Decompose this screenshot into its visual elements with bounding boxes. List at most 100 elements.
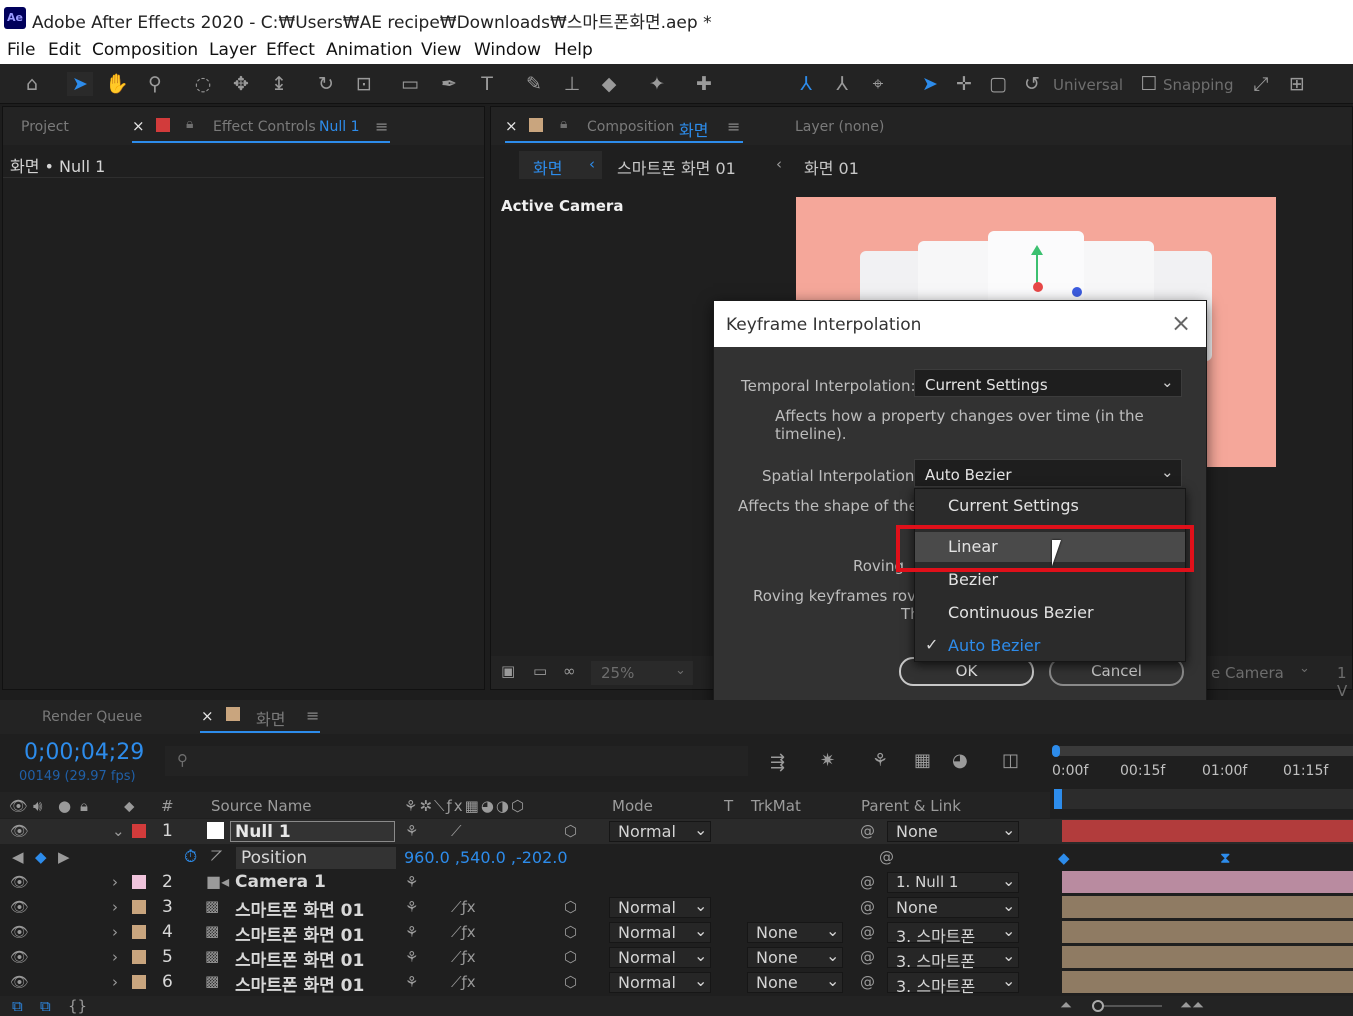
trkmat-select[interactable]: None ⌄ (747, 946, 843, 968)
snapping-checkbox[interactable]: ☐ (1136, 72, 1162, 96)
panel-menu-icon[interactable]: ≡ (375, 117, 388, 136)
shy-switch-icon[interactable]: ⚘ (405, 948, 418, 966)
stopwatch-icon[interactable]: ⏱ (184, 847, 197, 867)
tab-project[interactable]: Project (21, 119, 69, 135)
layer-label-color[interactable] (132, 925, 146, 939)
comp-crumb-3[interactable]: 화면 01 (804, 155, 859, 179)
layer-duration-bar[interactable] (1062, 871, 1353, 893)
motion-blur-icon[interactable]: ◕ (952, 750, 968, 771)
quality-switch-icon[interactable]: ⟋ƒx (451, 973, 476, 991)
graph-editor-icon[interactable]: ◫ (1002, 750, 1019, 771)
layer-label-color[interactable] (132, 900, 146, 914)
parent-select[interactable]: None ⌄ (887, 820, 1019, 842)
chevron-right-icon[interactable]: › (112, 948, 118, 966)
chevron-right-icon[interactable]: › (112, 873, 118, 891)
hand-tool-icon[interactable]: ✋ (104, 72, 130, 96)
parent-select[interactable]: None ⌄ (887, 896, 1019, 918)
tab-layer[interactable]: Layer (none) (795, 119, 884, 135)
dolly-camera-icon[interactable]: ↨ (266, 72, 292, 96)
shy-switch-icon[interactable]: ⚘ (405, 923, 418, 941)
layer-row-2[interactable]: 👁︎ › 2 ■◂ Camera 1 ⚘ @ 1. Null 1 ⌄ (0, 870, 1353, 895)
keyframe-diamond-icon[interactable]: ◆ (1058, 849, 1070, 867)
universal-move-icon[interactable]: ✛ (951, 72, 977, 96)
next-keyframe-icon[interactable]: ▶ (58, 848, 70, 866)
3d-layer-icon[interactable]: ⬡ (564, 948, 577, 966)
universal-scale-icon[interactable]: ▢ (985, 72, 1011, 96)
trkmat-select[interactable]: None ⌄ (747, 921, 843, 943)
home-icon[interactable]: ⌂ (19, 72, 45, 96)
menu-edit[interactable]: Edit (48, 40, 81, 60)
pickwhip-icon[interactable]: @ (860, 898, 875, 916)
menu-help[interactable]: Help (554, 40, 593, 60)
temporal-interpolation-select[interactable]: Current Settings ⌄ (914, 369, 1182, 397)
pen-tool-icon[interactable]: ✒ (436, 72, 462, 96)
comp-crumb-current[interactable]: 화면 (533, 155, 562, 179)
anchor-tool-icon[interactable]: ⊡ (351, 72, 377, 96)
universal-select-icon[interactable]: ➤ (917, 72, 943, 96)
pickwhip-icon[interactable]: @ (860, 923, 875, 941)
zoom-in-icon[interactable]: ⏶⏶ (1180, 996, 1204, 1014)
menu-file[interactable]: File (7, 40, 35, 60)
pickwhip-icon[interactable]: @ (860, 873, 875, 891)
chevron-right-icon[interactable]: › (112, 973, 118, 991)
option-auto-bezier[interactable]: ✓ Auto Bezier (915, 631, 1185, 661)
views-count[interactable]: 1 V (1337, 664, 1352, 700)
trkmat-select[interactable]: None ⌄ (747, 971, 843, 993)
parent-select[interactable]: 3. 스마트폰 ⌄ (887, 946, 1019, 971)
tab-effect-controls[interactable]: Effect Controls (213, 119, 316, 135)
zoom-slider-thumb[interactable] (1092, 1000, 1104, 1012)
eye-icon[interactable]: 👁︎ (10, 948, 29, 966)
prev-keyframe-icon[interactable]: ◀ (12, 848, 24, 866)
eye-icon[interactable]: 👁︎ (10, 973, 29, 991)
toggle-switches-icon[interactable]: ⧉ (12, 997, 23, 1015)
timeline-zoom-slider[interactable] (1096, 1005, 1162, 1007)
view-select-value[interactable]: e Camera (1211, 664, 1284, 682)
layer-name-field[interactable]: Null 1 (230, 821, 395, 842)
universal-rotate-icon[interactable]: ↺ (1019, 72, 1045, 96)
3d-layer-icon[interactable]: ⬡ (564, 973, 577, 991)
spatial-interpolation-select[interactable]: Auto Bezier ⌄ (914, 459, 1182, 487)
mode-select[interactable]: Normal ⌄ (609, 896, 711, 918)
mask-icon[interactable]: ∞ (563, 662, 576, 680)
snap-options-icon[interactable]: ⤢ (1248, 72, 1274, 96)
tab-composition[interactable]: Composition (587, 119, 674, 135)
option-continuous-bezier[interactable]: Continuous Bezier (915, 598, 1185, 628)
layer-label-color[interactable] (132, 975, 146, 989)
shy-switch-icon[interactable]: ⚘ (405, 898, 418, 916)
option-current-settings[interactable]: Current Settings (915, 491, 1185, 521)
roto-brush-icon[interactable]: ✦ (644, 72, 670, 96)
layer-row-1[interactable]: 👁︎ ⌄ 1 Null 1 ⚘ ⟋ ⬡ Normal ⌄ @ None ⌄ (0, 819, 1353, 844)
menu-animation[interactable]: Animation (326, 40, 413, 60)
layer-duration-bar[interactable] (1062, 971, 1353, 993)
shy-switch-icon[interactable]: ⚘ (405, 873, 418, 891)
close-icon[interactable]: × (201, 707, 214, 725)
type-tool-icon[interactable]: T (474, 72, 500, 96)
layer-label-color[interactable] (132, 875, 146, 889)
comp-crumb-2[interactable]: 스마트폰 화면 01 (617, 155, 736, 179)
rectangle-tool-icon[interactable]: ▭ (397, 72, 423, 96)
toggle-in-out-icon[interactable]: {} (68, 997, 87, 1015)
quality-switch-icon[interactable]: ⟋ (451, 822, 462, 840)
eye-icon[interactable]: 👁︎ (10, 898, 29, 916)
selection-tool-icon[interactable]: ➤ (67, 72, 93, 96)
keyframe-toggle-icon[interactable]: ◆ (35, 848, 47, 866)
column-source-name[interactable]: Source Name (211, 797, 312, 815)
3d-layer-icon[interactable]: ⬡ (564, 923, 577, 941)
mode-select[interactable]: Normal ⌄ (609, 921, 711, 943)
3d-layer-icon[interactable]: ⬡ (564, 822, 577, 840)
layer-label-color[interactable] (132, 824, 146, 838)
zoom-select[interactable]: 25% ⌄ (591, 661, 693, 685)
menu-effect[interactable]: Effect (266, 40, 315, 60)
x-axis-handle[interactable] (1033, 282, 1043, 292)
brush-tool-icon[interactable]: ✎ (521, 72, 547, 96)
frame-blending-icon[interactable]: ▦ (914, 750, 931, 771)
layer-duration-bar[interactable] (1062, 921, 1353, 943)
draft-3d-icon[interactable]: ✷ (820, 750, 835, 771)
chevron-right-icon[interactable]: › (112, 923, 118, 941)
orbit-camera-icon[interactable]: ◌ (190, 72, 216, 96)
layer-row-5[interactable]: 👁︎ › 5 ▩ 스마트폰 화면 01 ⚘ ⟋ƒx ⬡ Normal ⌄ Non… (0, 945, 1353, 971)
shy-switch-icon[interactable]: ⚘ (405, 973, 418, 991)
parent-select[interactable]: 3. 스마트폰 ⌄ (887, 971, 1019, 996)
work-area-start-handle[interactable] (1052, 745, 1060, 757)
pickwhip-icon[interactable]: @ (860, 973, 875, 991)
